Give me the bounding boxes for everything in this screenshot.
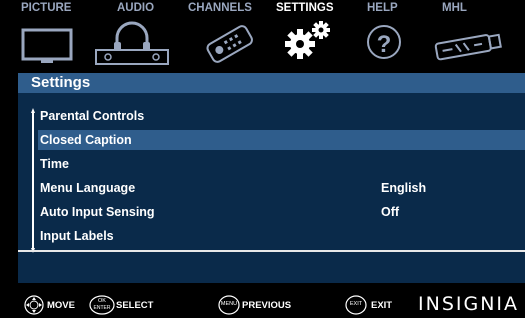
menu-language-value: English bbox=[381, 181, 427, 195]
move-label: MOVE bbox=[47, 300, 75, 311]
select-label: SELECT bbox=[116, 300, 154, 311]
dpad-icon bbox=[24, 295, 44, 315]
menu-item-parental-controls[interactable]: Parental Controls bbox=[40, 106, 144, 126]
tab-channels[interactable]: CHANNELS bbox=[188, 0, 263, 68]
menu-item-label: Closed Caption bbox=[40, 133, 132, 147]
enter-key-text: ENTER bbox=[93, 305, 111, 311]
exit-label: EXIT bbox=[371, 300, 393, 311]
menu-item-label: Parental Controls bbox=[40, 109, 145, 123]
menu-item-closed-caption[interactable]: Closed Caption bbox=[38, 130, 525, 150]
tab-audio[interactable]: AUDIO bbox=[95, 0, 175, 68]
menu-item-auto-input-sensing[interactable]: Auto Input Sensing bbox=[40, 202, 155, 222]
gears-icon bbox=[285, 21, 330, 59]
panel-divider bbox=[18, 250, 525, 252]
menu-item-input-labels[interactable]: Input Labels bbox=[40, 226, 114, 246]
previous-hint[interactable]: MENU PREVIOUS bbox=[218, 295, 323, 315]
menu-item-time[interactable]: Time bbox=[40, 154, 69, 174]
move-hint[interactable]: MOVE bbox=[24, 295, 84, 315]
button-hint-bar: MOVE OK ENTER SELECT MENU PREVIOUS EXIT … bbox=[0, 283, 525, 318]
ok-key-text: OK bbox=[98, 298, 106, 304]
previous-label: PREVIOUS bbox=[242, 300, 292, 311]
page-title: Settings bbox=[31, 74, 91, 91]
menu-item-label: Input Labels bbox=[40, 229, 114, 243]
brand-logo: INSIGNIA bbox=[418, 293, 520, 315]
select-hint[interactable]: OK ENTER SELECT bbox=[89, 295, 189, 315]
tab-mhl[interactable]: MHL bbox=[430, 0, 520, 68]
question-mark-icon: ? bbox=[367, 25, 401, 59]
menu-item-label: Auto Input Sensing bbox=[40, 205, 155, 219]
svg-text:?: ? bbox=[377, 31, 392, 58]
menu-item-menu-language[interactable]: Menu Language bbox=[40, 178, 135, 198]
tv-icon bbox=[21, 28, 73, 63]
tab-picture[interactable]: PICTURE bbox=[21, 0, 81, 68]
exit-key-text: EXIT bbox=[349, 301, 363, 307]
menu-tab-bar: PICTURE AUDIO CHANNELS SETTINGS HELP ? M… bbox=[0, 0, 525, 68]
settings-title-bar: Settings bbox=[18, 73, 525, 93]
tab-settings[interactable]: SETTINGS bbox=[276, 0, 346, 68]
mhl-cable-icon bbox=[434, 33, 502, 61]
menu-item-label: Time bbox=[40, 157, 69, 171]
menu-key-text: MENU bbox=[220, 301, 238, 307]
tab-help[interactable]: HELP ? bbox=[367, 0, 417, 68]
auto-input-sensing-value: Off bbox=[381, 205, 400, 219]
menu-item-label: Menu Language bbox=[40, 181, 136, 195]
headphones-icon bbox=[95, 21, 169, 65]
exit-hint[interactable]: EXIT EXIT bbox=[345, 295, 405, 315]
scrollbar[interactable] bbox=[31, 108, 35, 253]
remote-control-icon bbox=[206, 25, 253, 63]
